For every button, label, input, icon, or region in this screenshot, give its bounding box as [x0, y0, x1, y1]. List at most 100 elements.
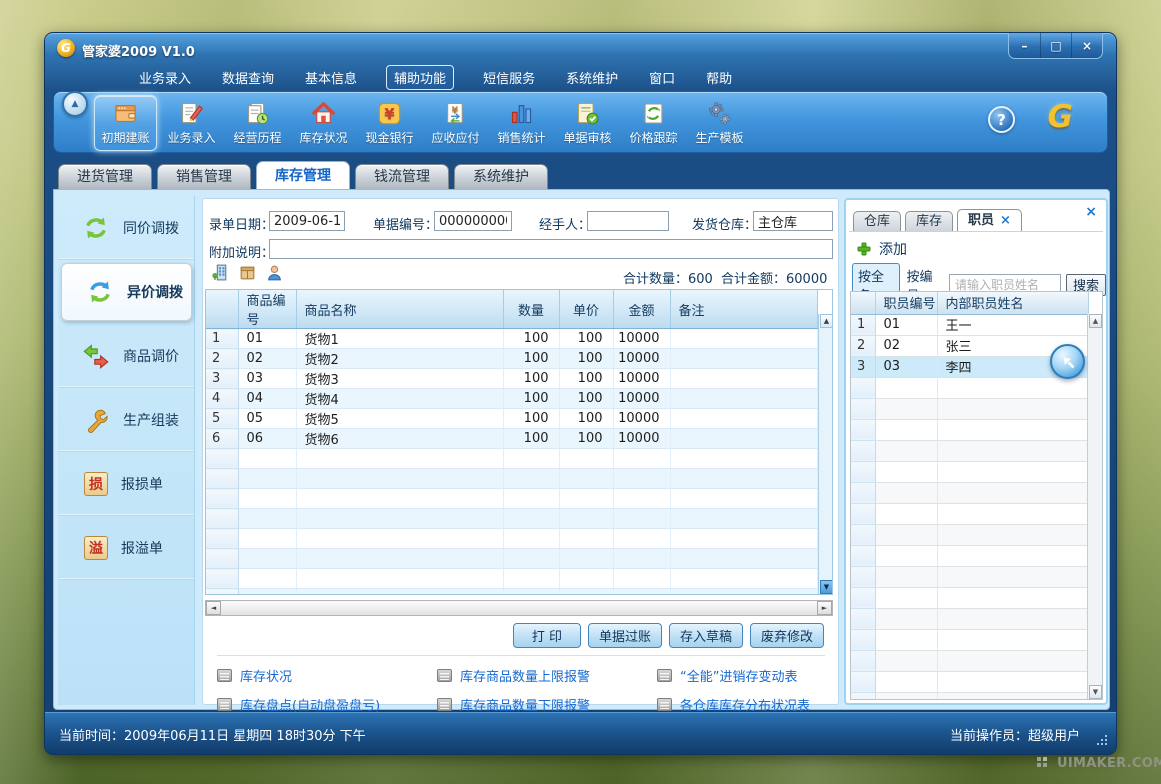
menu-item-window[interactable]: 窗口	[647, 66, 677, 89]
resize-grip[interactable]	[1096, 734, 1109, 747]
menu-item-aux-functions[interactable]: 辅助功能	[386, 65, 454, 90]
toolbar-buttons: 初期建账 业务录入 经营历程 库存状况 ¥ 现金银行	[54, 92, 1107, 151]
scroll-up-icon[interactable]: ▲	[1089, 314, 1102, 328]
lookup-tabs: 仓库 库存 职员 ×	[853, 209, 1022, 232]
empty-row	[206, 569, 817, 589]
tab-employee[interactable]: 职员 ×	[957, 209, 1022, 232]
discard-changes-button[interactable]: 废弃修改	[750, 623, 824, 648]
minimize-button[interactable]: –	[1009, 33, 1040, 58]
report-icon	[437, 698, 452, 711]
tab-inventory-management[interactable]: 库存管理	[256, 161, 350, 190]
table-row[interactable]: 202货物210010010000	[206, 349, 817, 369]
menu-item-data-query[interactable]: 数据查询	[220, 66, 276, 89]
person-icon[interactable]	[265, 263, 284, 282]
bar-chart-icon	[508, 100, 535, 127]
loss-box-icon: 损	[84, 472, 108, 496]
handler-input[interactable]	[587, 211, 669, 231]
collapse-toolbar-button[interactable]: ▲	[62, 91, 88, 117]
report-icon	[217, 698, 232, 711]
tab-sales-management[interactable]: 销售管理	[157, 164, 251, 190]
toolbar-production-template-button[interactable]: 生产模板	[688, 95, 751, 151]
watermark-logo-icon	[1036, 756, 1051, 771]
toolbar-inventory-status-button[interactable]: 库存状况	[292, 95, 355, 151]
employee-row[interactable]: 101王一	[851, 314, 1088, 335]
sidebar-item-loss-report[interactable]: 损 报损单	[58, 452, 194, 516]
help-icon[interactable]: ?	[988, 106, 1015, 133]
menu-item-help[interactable]: 帮助	[704, 66, 734, 89]
employee-vertical-scrollbar[interactable]: ▲ ▼	[1087, 314, 1102, 699]
link-inventory-status[interactable]: 库存状况	[217, 666, 437, 685]
close-button[interactable]: ×	[1071, 33, 1102, 58]
cursor-icon	[1050, 344, 1085, 379]
toolbar-sales-stats-button[interactable]: 销售统计	[490, 95, 553, 151]
tab-inventory[interactable]: 库存	[905, 211, 953, 232]
package-icon[interactable]	[238, 263, 257, 282]
menu-item-business-entry[interactable]: 业务录入	[137, 66, 193, 89]
empty-row	[851, 629, 1088, 650]
link-upper-limit-alert[interactable]: 库存商品数量上限报警	[437, 666, 657, 685]
table-row[interactable]: 505货物510010010000	[206, 409, 817, 429]
table-row[interactable]: 606货物610010010000	[206, 429, 817, 449]
save-draft-button[interactable]: 存入草稿	[669, 623, 743, 648]
table-row[interactable]: 303货物310010010000	[206, 369, 817, 389]
print-button[interactable]: 打 印	[513, 623, 581, 648]
col-product-code: 商品编号	[238, 290, 296, 329]
report-icon	[437, 669, 452, 682]
post-document-button[interactable]: 单据过账	[588, 623, 662, 648]
note-input[interactable]	[269, 239, 833, 259]
toolbar-cash-bank-button[interactable]: ¥ 现金银行	[358, 95, 421, 151]
title-bar: G 管家婆2009 V1.0 – □ ×	[45, 33, 1116, 63]
date-input[interactable]	[269, 211, 345, 231]
toolbar-business-entry-button[interactable]: 业务录入	[160, 95, 223, 151]
toolbar-document-audit-button[interactable]: 单据审核	[556, 95, 619, 151]
tab-system-maintenance[interactable]: 系统维护	[454, 164, 548, 190]
menu-item-system-maintenance[interactable]: 系统维护	[564, 66, 620, 89]
add-employee-button[interactable]: 添加	[857, 239, 907, 259]
empty-row	[206, 449, 817, 469]
toolbar-receivable-payable-button[interactable]: ¥ 应收应付	[424, 95, 487, 151]
tab-warehouse[interactable]: 仓库	[853, 211, 901, 232]
sidebar-item-production-assembly[interactable]: 生产组装	[58, 388, 194, 452]
report-icon	[217, 669, 232, 682]
menu-item-sms-service[interactable]: 短信服务	[481, 66, 537, 89]
menu-item-basic-info[interactable]: 基本信息	[303, 66, 359, 89]
sidebar-item-price-adjustment[interactable]: 商品调价	[58, 324, 194, 388]
toolbar-initial-setup-button[interactable]: 初期建账	[94, 95, 157, 151]
items-horizontal-scrollbar[interactable]: ◄ ►	[205, 600, 833, 616]
col-product-name: 商品名称	[296, 290, 503, 329]
tab-close-icon[interactable]: ×	[1000, 211, 1011, 231]
scroll-down-icon[interactable]: ▼	[1089, 685, 1102, 699]
sidebar-item-overflow-report[interactable]: 溢 报溢单	[58, 516, 194, 580]
wallet-icon	[112, 100, 139, 127]
gears-icon	[706, 100, 733, 127]
tab-cashflow-management[interactable]: 钱流管理	[355, 164, 449, 190]
table-row[interactable]: 101货物110010010000	[206, 329, 817, 349]
tab-purchase-management[interactable]: 进货管理	[58, 164, 152, 190]
scroll-left-icon[interactable]: ◄	[206, 601, 221, 615]
empty-row	[206, 589, 817, 596]
col-unit-price: 单价	[559, 290, 613, 329]
report-icon	[657, 698, 672, 711]
col-quantity: 数量	[503, 290, 559, 329]
items-header-row: 商品编号 商品名称 数量 单价 金额 备注	[206, 290, 817, 329]
scroll-up-icon[interactable]: ▲	[820, 314, 833, 328]
sidebar-item-diff-price-transfer[interactable]: 异价调拨	[61, 263, 192, 321]
warehouse-input[interactable]	[753, 211, 833, 231]
empty-row	[851, 398, 1088, 419]
document-check-icon	[574, 100, 601, 127]
maximize-button[interactable]: □	[1040, 33, 1071, 58]
table-row[interactable]: 404货物410010010000	[206, 389, 817, 409]
scroll-down-icon[interactable]: ▼	[820, 580, 833, 594]
transfer-green-icon	[82, 214, 110, 242]
history-clock-icon	[244, 100, 271, 127]
doc-number-input[interactable]	[434, 211, 512, 231]
building-icon[interactable]	[211, 263, 230, 282]
panel-close-icon[interactable]: ×	[1085, 204, 1097, 220]
toolbar-business-history-button[interactable]: 经营历程	[226, 95, 289, 151]
items-vertical-scrollbar[interactable]: ▲ ▼	[818, 314, 833, 594]
scroll-right-icon[interactable]: ►	[817, 601, 832, 615]
toolbar-price-tracking-button[interactable]: 价格跟踪	[622, 95, 685, 151]
link-allround-change-report[interactable]: “全能”进销存变动表	[657, 666, 825, 685]
sidebar-item-same-price-transfer[interactable]: 同价调拨	[58, 196, 194, 260]
doc-number-label: 单据编号：	[373, 214, 438, 233]
